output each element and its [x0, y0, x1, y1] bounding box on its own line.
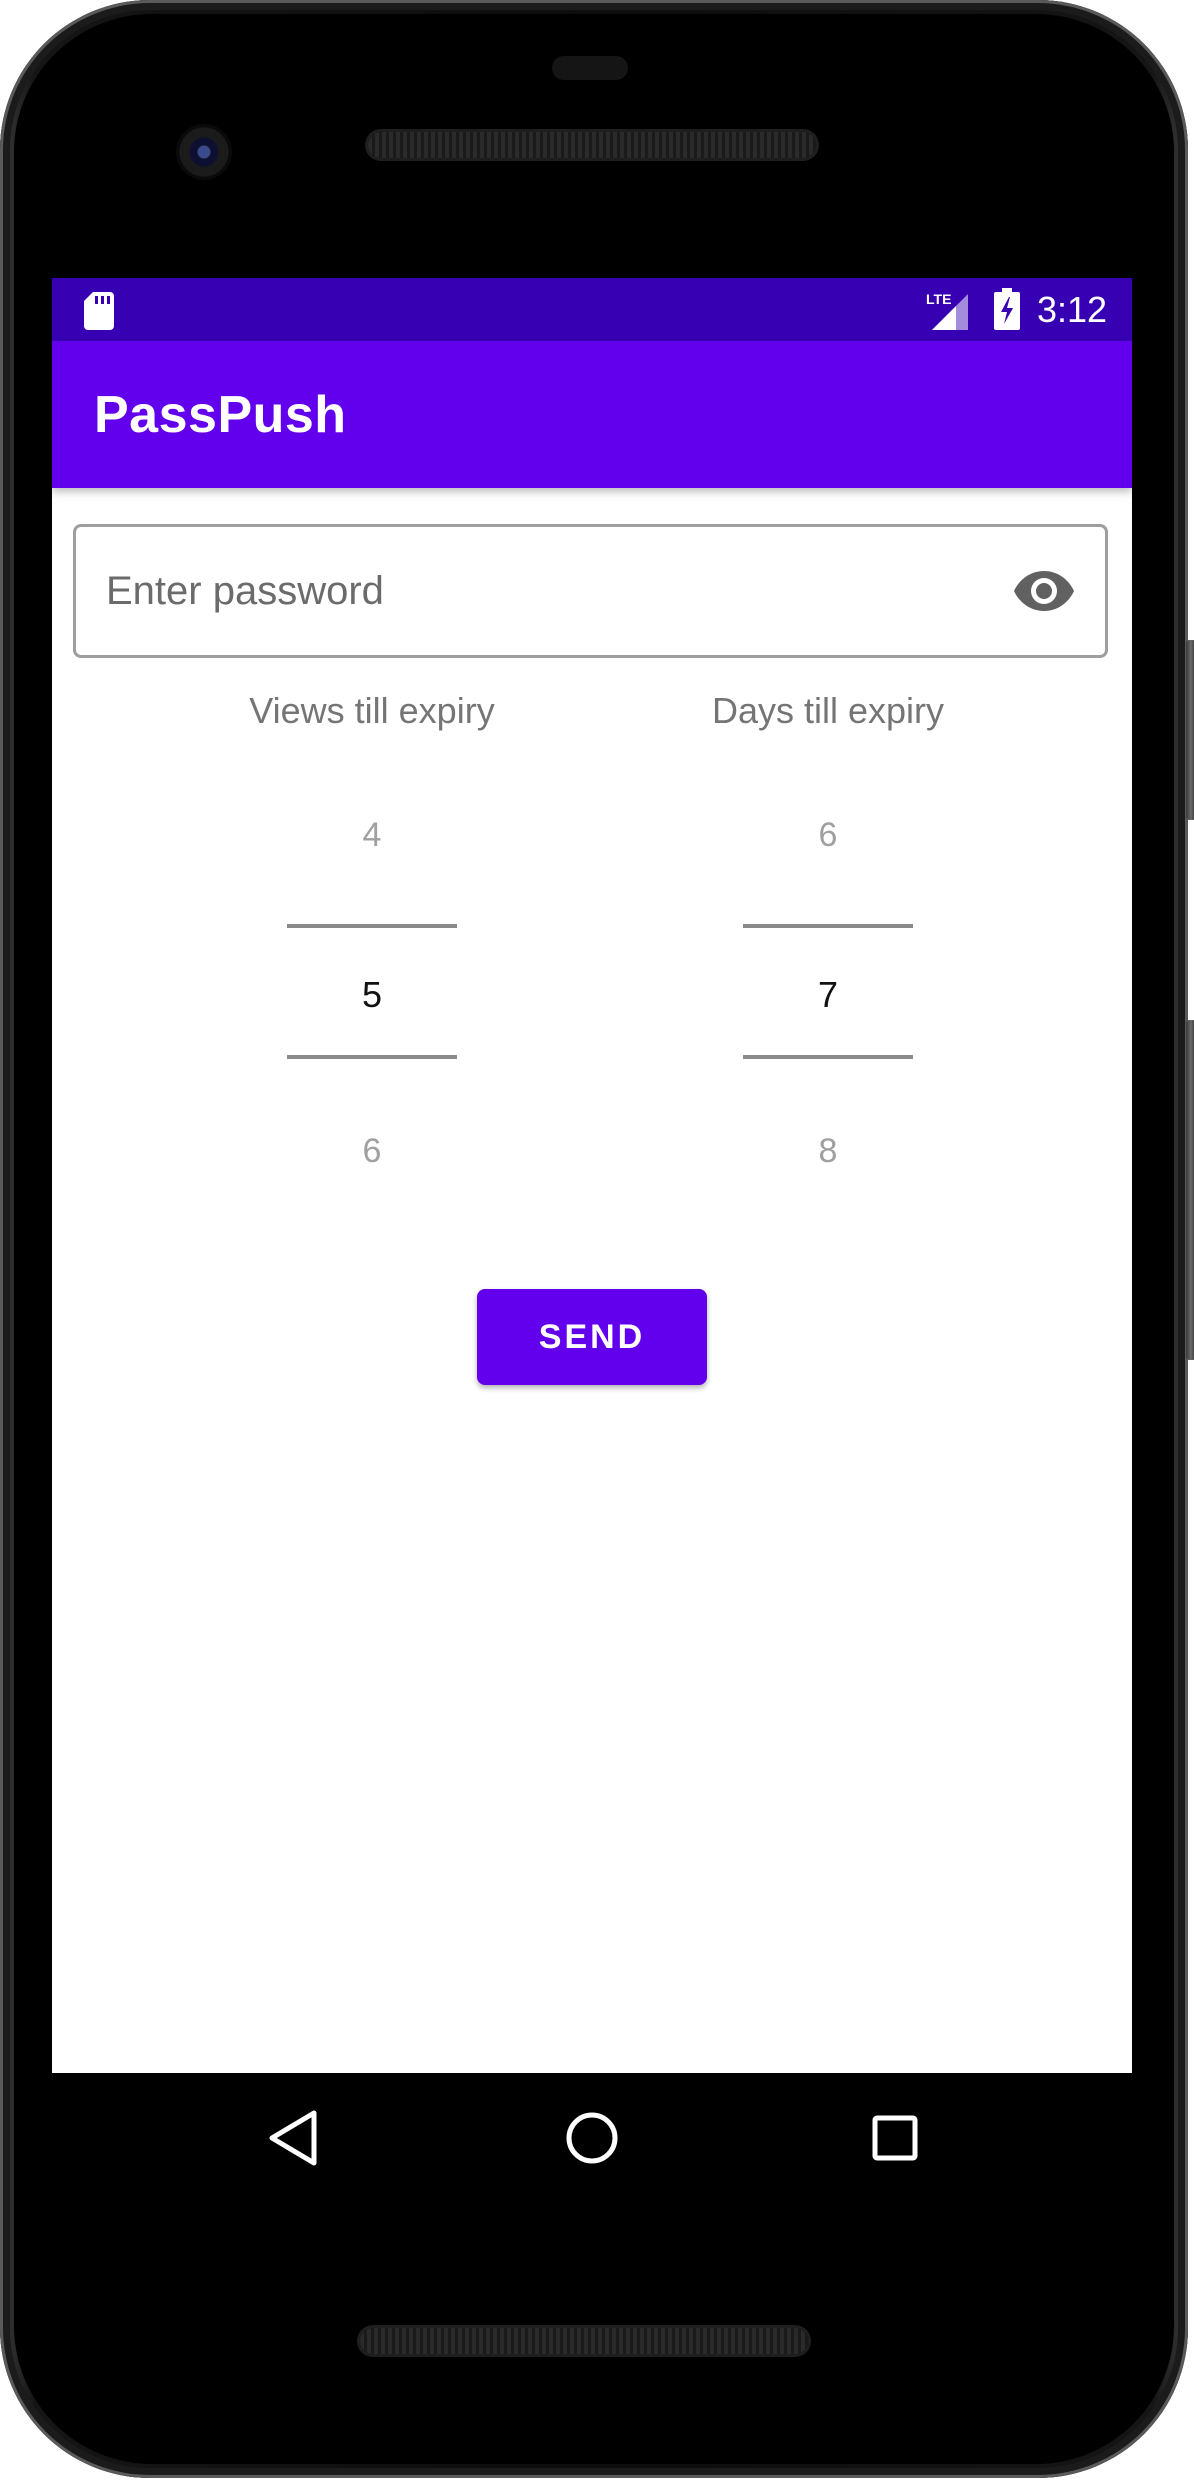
proximity-sensor	[552, 56, 628, 80]
back-icon[interactable]	[258, 2103, 328, 2173]
send-button[interactable]: SEND	[477, 1289, 707, 1385]
home-icon[interactable]	[557, 2103, 627, 2173]
status-bar: LTE 3:12	[52, 278, 1132, 341]
power-button	[1186, 1020, 1194, 1360]
bottom-speaker	[360, 2328, 808, 2354]
recents-icon[interactable]	[860, 2103, 930, 2173]
lte-signal-icon: LTE	[926, 291, 968, 330]
views-selected-value[interactable]: 5	[172, 974, 572, 1016]
app-bar: PassPush	[52, 341, 1132, 488]
password-placeholder: Enter password	[106, 569, 384, 613]
views-number-picker[interactable]: 4 5 6	[172, 778, 572, 1178]
views-prev-value[interactable]: 4	[172, 816, 572, 855]
front-camera-icon	[176, 124, 232, 180]
views-divider-bottom	[287, 1055, 457, 1059]
navigation-bar	[52, 2073, 1132, 2203]
views-next-value[interactable]: 6	[172, 1132, 572, 1171]
views-picker-label: Views till expiry	[249, 690, 495, 731]
days-divider-top	[743, 924, 913, 928]
volume-button	[1186, 640, 1194, 820]
battery-charging-icon	[994, 288, 1020, 330]
days-prev-value[interactable]: 6	[628, 816, 1028, 855]
sd-card-icon	[84, 292, 114, 330]
days-selected-value[interactable]: 7	[628, 974, 1028, 1016]
views-divider-top	[287, 924, 457, 928]
status-clock: 3:12	[1037, 289, 1108, 330]
days-number-picker[interactable]: 6 7 8	[628, 778, 1028, 1178]
days-picker-label: Days till expiry	[711, 690, 945, 731]
password-field[interactable]: Enter password	[73, 524, 1108, 658]
app-title: PassPush	[94, 386, 347, 444]
screen: LTE 3:12 PassPush Enter password Views t…	[52, 278, 1132, 2073]
network-type-label: LTE	[926, 291, 951, 307]
phone-frame: LTE 3:12 PassPush Enter password Views t…	[0, 0, 1194, 2478]
earpiece-speaker	[368, 132, 816, 158]
eye-icon[interactable]	[1013, 567, 1075, 615]
days-divider-bottom	[743, 1055, 913, 1059]
days-next-value[interactable]: 8	[628, 1132, 1028, 1171]
